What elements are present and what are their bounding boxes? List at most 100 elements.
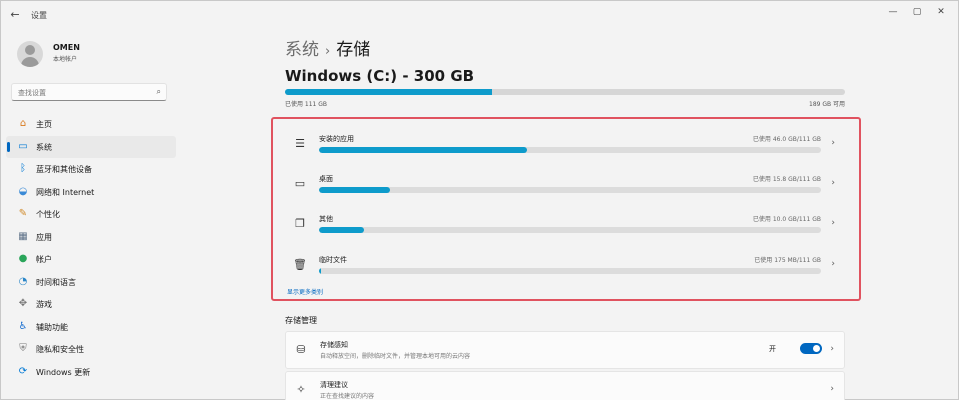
- category-name: 临时文件: [319, 256, 347, 264]
- storage-category-row[interactable]: ▭ 桌面 已使用 15.8 GB/111 GB ›: [273, 165, 859, 205]
- category-usage-fill: [319, 268, 321, 274]
- search-input[interactable]: [18, 87, 148, 98]
- sidebar-item-5[interactable]: ▦ 应用: [6, 226, 176, 249]
- storage-sense-title: 存储感知: [320, 341, 348, 349]
- title-bar: ← 设置 — ▢ ✕: [1, 1, 958, 29]
- sidebar-item-0[interactable]: ⌂ 主页: [6, 113, 176, 136]
- cleanup-recommendations-card[interactable]: ✧ 清理建议 正在查找建议的内容 ›: [285, 371, 845, 400]
- database-icon: ⛁: [296, 343, 306, 356]
- used-label: 已使用 111 GB: [285, 101, 328, 108]
- sidebar-item-label: Windows 更新: [36, 367, 91, 377]
- search-box[interactable]: ⌕: [11, 83, 167, 101]
- sidebar: OMEN 本地帐户 ⌕ ⌂ 主页 ▭ 系统 ᛒ 蓝牙和其他设备 ◒ 网络和 Internet ✎…: [1, 29, 181, 400]
- cleanup-recommendations-title: 清理建议: [320, 381, 348, 389]
- storage-sense-desc: 自动释放空间，删除临时文件，并管理本地可用的云内容: [320, 353, 471, 360]
- sidebar-item-9[interactable]: ♿ 辅助功能: [6, 316, 176, 339]
- breadcrumb-parent[interactable]: 系统: [285, 40, 319, 60]
- drive-usage-bar: [285, 89, 845, 95]
- storage-categories-panel: 显示更多类别 ☰ 安装的应用 已使用 46.0 GB/111 GB › ▭ 桌面 已使用 1…: [271, 117, 861, 301]
- category-size: 已使用 15.8 GB/111 GB: [752, 176, 821, 183]
- storage-sense-card[interactable]: ⛁ 存储感知 自动释放空间，删除临时文件，并管理本地可用的云内容 开 ›: [285, 331, 845, 369]
- sidebar-item-6[interactable]: ● 帐户: [6, 248, 176, 271]
- sidebar-item-label: 时间和语言: [36, 277, 76, 287]
- back-button[interactable]: ←: [7, 7, 23, 23]
- sidebar-item-label: 帐户: [36, 255, 52, 264]
- close-button[interactable]: ✕: [930, 5, 952, 19]
- category-name: 其他: [319, 215, 333, 223]
- category-name: 桌面: [319, 175, 333, 183]
- globe-clock-icon: ◔: [18, 275, 28, 287]
- chevron-right-icon[interactable]: ›: [830, 384, 834, 394]
- breadcrumb-separator: ›: [325, 44, 331, 59]
- page-title: 存储: [336, 40, 371, 60]
- search-icon[interactable]: ⌕: [157, 87, 161, 97]
- sidebar-item-11[interactable]: ⟳ Windows 更新: [6, 361, 176, 384]
- brush-icon: ✎: [18, 208, 28, 219]
- cleanup-recommendations-desc: 正在查找建议的内容: [320, 393, 375, 400]
- sidebar-item-label: 个性化: [36, 210, 60, 219]
- drive-title: Windows (C:) - 300 GB: [285, 67, 475, 85]
- account-icon: ●: [18, 253, 28, 264]
- avatar[interactable]: [17, 41, 43, 67]
- sidebar-item-label: 辅助功能: [36, 322, 68, 332]
- trash-icon: 🗑: [293, 258, 307, 271]
- category-size: 已使用 46.0 GB/111 GB: [752, 136, 821, 143]
- sidebar-item-label: 系统: [36, 142, 52, 152]
- other-files-icon: ❐: [295, 217, 305, 230]
- apps-icon: ▦: [18, 230, 28, 242]
- category-size: 已使用 175 MB/111 GB: [754, 257, 821, 264]
- category-size: 已使用 10.0 GB/111 GB: [752, 216, 821, 223]
- chevron-right-icon[interactable]: ›: [830, 344, 834, 354]
- toggle-state-label: 开: [769, 345, 776, 353]
- wifi-icon: ◒: [18, 185, 28, 197]
- sidebar-item-3[interactable]: ◒ 网络和 Internet: [6, 181, 176, 204]
- system-icon: ▭: [18, 140, 28, 152]
- gamepad-icon: ✥: [18, 298, 28, 309]
- shield-icon: ⛨: [19, 343, 27, 354]
- accessibility-icon: ♿: [18, 320, 28, 332]
- category-usage-bar: [319, 227, 821, 233]
- windows-update-icon: ⟳: [18, 365, 28, 377]
- category-usage-fill: [319, 187, 391, 193]
- sidebar-item-label: 网络和 Internet: [36, 187, 95, 197]
- sidebar-item-label: 游戏: [36, 300, 52, 309]
- sidebar-item-7[interactable]: ◔ 时间和语言: [6, 271, 176, 294]
- storage-sense-toggle[interactable]: [800, 343, 822, 354]
- category-usage-bar: [319, 187, 821, 193]
- user-name: OMEN: [53, 43, 80, 52]
- breadcrumb: 系统 › 存储: [285, 35, 370, 60]
- sidebar-item-label: 蓝牙和其他设备: [36, 165, 92, 174]
- home-icon: ⌂: [19, 118, 27, 129]
- sidebar-item-1[interactable]: ▭ 系统: [6, 135, 176, 158]
- sidebar-item-label: 隐私和安全性: [36, 345, 84, 354]
- category-usage-fill: [319, 147, 527, 153]
- bluetooth-icon: ᛒ: [20, 163, 26, 174]
- toggle-knob: [813, 345, 820, 352]
- drive-usage-fill: [285, 89, 493, 95]
- category-name: 安装的应用: [319, 135, 354, 143]
- category-usage-bar: [319, 268, 821, 274]
- main-content: 系统 › 存储 Windows (C:) - 300 GB 已使用 111 GB 1…: [181, 29, 959, 400]
- desktop-icon: ▭: [294, 177, 306, 190]
- account-type: 本地帐户: [53, 56, 78, 63]
- maximize-button[interactable]: ▢: [906, 5, 928, 19]
- storage-category-row[interactable]: ❐ 其他 已使用 10.0 GB/111 GB ›: [273, 205, 859, 245]
- storage-category-row[interactable]: ☰ 安装的应用 已使用 46.0 GB/111 GB ›: [273, 125, 859, 165]
- sidebar-item-4[interactable]: ✎ 个性化: [6, 203, 176, 226]
- storage-management-heading: 存储管理: [285, 316, 317, 325]
- sidebar-item-label: 应用: [36, 232, 52, 242]
- sidebar-item-10[interactable]: ⛨ 隐私和安全性: [6, 338, 176, 361]
- chevron-right-icon[interactable]: ›: [831, 178, 835, 188]
- sidebar-item-2[interactable]: ᛒ 蓝牙和其他设备: [6, 158, 176, 181]
- storage-category-row[interactable]: 🗑 临时文件 已使用 175 MB/111 GB ›: [273, 246, 859, 286]
- chevron-right-icon[interactable]: ›: [831, 259, 835, 269]
- show-more-categories-link[interactable]: 显示更多类别: [287, 287, 323, 296]
- sidebar-item-label: 主页: [36, 120, 52, 129]
- minimize-button[interactable]: —: [882, 5, 904, 19]
- category-usage-bar: [319, 147, 821, 153]
- available-label: 189 GB 可用: [809, 101, 846, 108]
- chevron-right-icon[interactable]: ›: [831, 218, 835, 228]
- sidebar-item-8[interactable]: ✥ 游戏: [6, 293, 176, 316]
- chevron-right-icon[interactable]: ›: [831, 138, 835, 148]
- settings-window: ← 设置 — ▢ ✕ OMEN 本地帐户 ⌕ ⌂ 主页 ▭ 系统 ᛒ 蓝牙和其他设备 ◒ 网络…: [0, 0, 959, 400]
